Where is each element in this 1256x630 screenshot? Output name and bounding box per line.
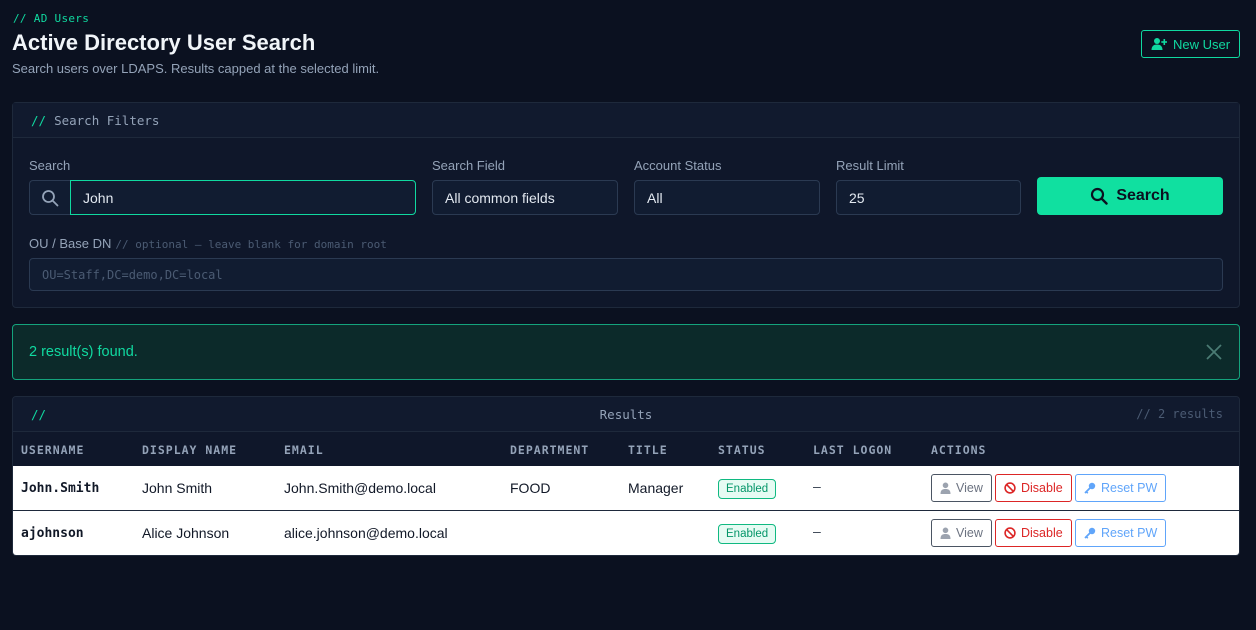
table-header: USERNAME DISPLAY NAME EMAIL DEPARTMENT T…: [13, 432, 1239, 466]
column-username: USERNAME: [21, 443, 85, 457]
search-button-label: Search: [1116, 187, 1170, 204]
disable-label: Disable: [1021, 526, 1063, 540]
account-status-label: Account Status: [634, 158, 722, 173]
search-button[interactable]: Search: [1037, 177, 1223, 215]
user-plus-icon: [1151, 38, 1167, 50]
page-subtitle: Search users over LDAPS. Results capped …: [12, 61, 380, 76]
search-label: Search: [29, 158, 71, 173]
reset-password-label: Reset PW: [1101, 481, 1158, 495]
status-badge: Enabled: [718, 479, 777, 499]
column-last-logon: LAST LOGON: [813, 443, 893, 457]
cell-username[interactable]: ajohnson: [21, 526, 84, 541]
cell-display-name: Alice Johnson: [142, 525, 230, 541]
filters-panel-title: Search Filters: [54, 112, 160, 128]
search-icon: [1091, 187, 1109, 205]
status-badge: Enabled: [718, 524, 777, 544]
table-row: John.Smith John Smith John.Smith@demo.lo…: [13, 466, 1239, 511]
search-field-select[interactable]: All common fields: [432, 180, 618, 215]
result-limit-label: Result Limit: [836, 158, 904, 173]
key-icon: [1084, 527, 1096, 539]
key-icon: [1084, 482, 1096, 494]
column-status: STATUS: [718, 443, 766, 457]
result-limit-input[interactable]: 25: [836, 180, 1021, 215]
results-alert: 2 result(s) found.: [12, 324, 1240, 380]
cell-title: Manager: [628, 480, 684, 496]
search-field-group: [29, 180, 416, 215]
results-panel: // Results // 2 results USERNAME DISPLAY…: [12, 396, 1240, 556]
filters-panel-slashes: //: [31, 112, 47, 128]
cell-last-logon: –: [813, 523, 821, 539]
disable-button[interactable]: Disable: [995, 519, 1072, 547]
close-icon[interactable]: [1205, 343, 1223, 361]
disable-button[interactable]: Disable: [995, 474, 1072, 502]
ou-hint: // optional — leave blank for domain roo…: [115, 238, 387, 251]
search-icon: [29, 180, 70, 215]
search-field-label: Search Field: [432, 158, 505, 173]
cell-email: John.Smith@demo.local: [284, 480, 436, 496]
column-actions: ACTIONS: [931, 443, 987, 457]
results-title: Results: [599, 407, 653, 422]
new-user-button[interactable]: New User: [1141, 30, 1240, 58]
reset-password-button[interactable]: Reset PW: [1075, 519, 1167, 547]
account-status-select[interactable]: All: [634, 180, 820, 215]
results-panel-header: // Results // 2 results: [13, 397, 1239, 432]
new-user-label: New User: [1172, 36, 1231, 52]
reset-password-label: Reset PW: [1101, 526, 1158, 540]
ou-label: OU / Base DN// optional — leave blank fo…: [29, 236, 387, 251]
cell-username[interactable]: John.Smith: [21, 481, 99, 496]
cell-display-name: John Smith: [142, 480, 213, 496]
alert-message: 2 result(s) found.: [29, 344, 138, 360]
search-input[interactable]: [70, 180, 416, 215]
cell-email: alice.johnson@demo.local: [284, 525, 448, 541]
view-button[interactable]: View: [931, 519, 992, 547]
cell-department: FOOD: [510, 480, 551, 496]
disable-label: Disable: [1021, 481, 1063, 495]
column-department: DEPARTMENT: [510, 443, 590, 457]
ban-icon: [1004, 527, 1016, 539]
reset-password-button[interactable]: Reset PW: [1075, 474, 1167, 502]
column-display-name: DISPLAY NAME: [142, 443, 238, 457]
ban-icon: [1004, 482, 1016, 494]
view-label: View: [956, 481, 983, 495]
filters-panel-header: // Search Filters: [13, 103, 1239, 138]
breadcrumb: // AD Users: [13, 12, 90, 25]
user-icon: [940, 482, 951, 494]
ou-label-text: OU / Base DN: [29, 236, 112, 251]
search-filters-panel: // Search Filters Search Search Field Al…: [12, 102, 1240, 308]
ou-base-dn-input[interactable]: [29, 258, 1223, 291]
user-icon: [940, 527, 951, 539]
cell-last-logon: –: [813, 478, 821, 494]
page-title: Active Directory User Search: [12, 30, 316, 55]
column-email: EMAIL: [284, 443, 324, 457]
results-count: // 2 results: [1136, 407, 1223, 421]
table-row: ajohnson Alice Johnson alice.johnson@dem…: [13, 511, 1239, 555]
view-button[interactable]: View: [931, 474, 992, 502]
column-title: TITLE: [628, 443, 668, 457]
view-label: View: [956, 526, 983, 540]
